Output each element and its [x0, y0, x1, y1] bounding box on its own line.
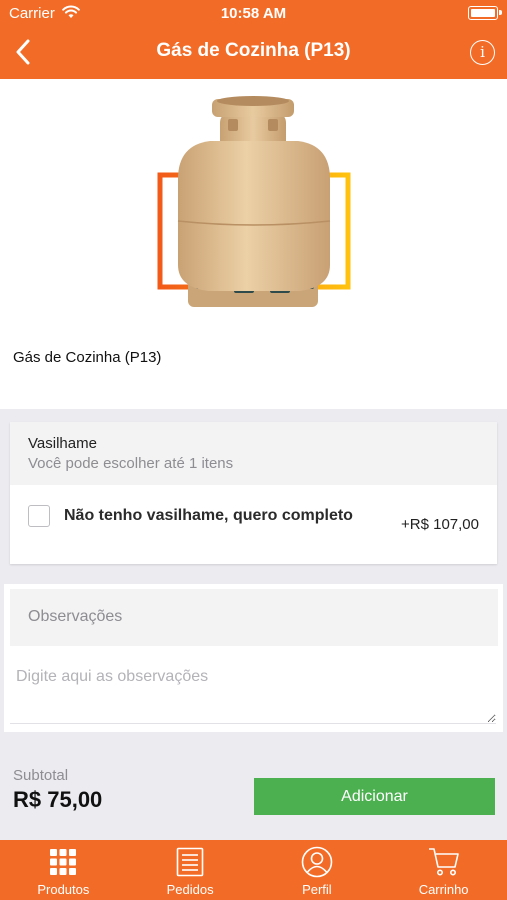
option-label: Não tenho vasilhame, quero completo	[64, 507, 353, 524]
page-title: Gás de Cozinha (P13)	[156, 40, 351, 61]
user-icon	[301, 846, 333, 878]
notes-input[interactable]	[10, 664, 496, 724]
top-bar: Carrier 10:58 AM Gás de Cozinha (P13) i	[0, 0, 507, 79]
info-button[interactable]: i	[470, 40, 495, 65]
tab-carrinho[interactable]: Carrinho	[380, 840, 507, 900]
info-icon: i	[480, 43, 485, 61]
add-button[interactable]: Adicionar	[254, 778, 495, 815]
option-price: +R$ 107,00	[401, 516, 479, 533]
option-group-subtitle: Você pode escolher até 1 itens	[28, 455, 234, 472]
option-row[interactable]: Não tenho vasilhame, quero completo +R$ …	[10, 485, 497, 564]
status-bar: Carrier 10:58 AM	[0, 0, 507, 28]
subtotal-value: R$ 75,00	[13, 787, 103, 812]
battery-icon	[468, 6, 502, 20]
chevron-left-icon	[16, 39, 30, 65]
option-checkbox[interactable]	[28, 505, 50, 527]
notes-title: Observações	[28, 608, 123, 625]
product-name: Gás de Cozinha (P13)	[13, 349, 162, 366]
tab-bar: Produtos Pedidos Perfil Carrinho	[0, 840, 507, 900]
option-group-title: Vasilhame	[28, 435, 97, 452]
tab-label: Carrinho	[418, 882, 469, 897]
back-button[interactable]	[8, 36, 38, 68]
tab-perfil[interactable]: Perfil	[254, 840, 381, 900]
option-group-header: Vasilhame Você pode escolher até 1 itens	[10, 422, 497, 485]
list-icon	[174, 846, 206, 878]
cart-icon	[428, 846, 460, 878]
tab-produtos[interactable]: Produtos	[0, 840, 127, 900]
grid-icon	[47, 846, 79, 878]
gas-cylinder-image	[150, 93, 360, 323]
notes-header: Observações	[10, 589, 498, 646]
tab-label: Produtos	[37, 882, 90, 897]
tab-label: Perfil	[302, 882, 332, 897]
subtotal-label: Subtotal	[13, 767, 69, 784]
product-section: Gás de Cozinha (P13)	[0, 79, 507, 409]
notes-section: Observações	[4, 584, 503, 732]
tab-pedidos[interactable]: Pedidos	[127, 840, 254, 900]
tab-label: Pedidos	[166, 882, 214, 897]
option-group-card: Vasilhame Você pode escolher até 1 itens…	[10, 422, 497, 564]
clock: 10:58 AM	[220, 5, 287, 22]
